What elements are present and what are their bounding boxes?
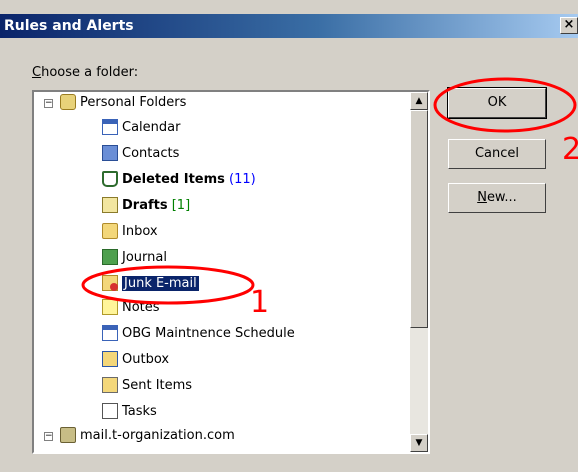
tasks-icon: [102, 402, 118, 419]
scroll-up-button[interactable]: ▲: [410, 92, 428, 110]
unread-count: (11): [229, 172, 256, 187]
choose-folder-accesskey: C: [32, 65, 42, 80]
cancel-button[interactable]: Cancel: [448, 139, 546, 169]
scrollbar-thumb[interactable]: [410, 110, 428, 328]
tree-item-label: Deleted Items: [122, 172, 225, 187]
tree-item-contacts[interactable]: Contacts: [102, 143, 179, 165]
tree-item-outbox[interactable]: Outbox: [102, 349, 169, 371]
tree-item-label: mail.t-organization.com: [80, 428, 235, 443]
journal-icon: [102, 248, 118, 265]
tree-item-label: Junk E-mail: [122, 276, 199, 291]
calendar-icon: [102, 118, 118, 135]
tree-item-label: Outbox: [122, 352, 170, 367]
tree-item-journal[interactable]: Journal: [102, 247, 167, 269]
tree-item-personal-folders[interactable]: Personal Folders: [60, 92, 186, 114]
tree-item-drafts[interactable]: Drafts [1]: [102, 195, 190, 217]
notes-icon: [102, 298, 118, 315]
expand-collapse-toggle[interactable]: −: [44, 432, 53, 441]
tree-item-deleted-items[interactable]: Deleted Items (11): [102, 169, 256, 191]
tree-item-label: Notes: [122, 300, 160, 315]
tree-item-inbox[interactable]: Inbox: [102, 221, 158, 243]
folder-tree[interactable]: − Personal Folders Calendar Contacts Del…: [32, 90, 430, 454]
tree-item-label: Drafts: [122, 198, 168, 213]
rules-and-alerts-dialog: Rules and Alerts × Choose a folder: − Pe…: [0, 0, 578, 472]
annotation-number-2: 2: [562, 132, 578, 167]
annotation-number-1: 1: [250, 285, 270, 320]
tree-item-label: Contacts: [122, 146, 180, 161]
tree-item-calendar[interactable]: Calendar: [102, 117, 180, 139]
expand-collapse-toggle[interactable]: −: [44, 99, 53, 108]
tree-item-label: OBG Maintnence Schedule: [122, 326, 295, 341]
choose-folder-label: Choose a folder:: [32, 65, 138, 80]
tree-item-label: Journal: [122, 250, 167, 265]
new-button[interactable]: New...: [448, 183, 546, 213]
tree-item-label: Sent Items: [122, 378, 193, 393]
vertical-scrollbar[interactable]: ▲ ▼: [410, 92, 428, 452]
tree-item-obg-maintnence-schedule[interactable]: OBG Maintnence Schedule: [102, 323, 295, 345]
tree-item-mail-t-organization[interactable]: mail.t-organization.com: [60, 425, 235, 447]
contacts-icon: [102, 144, 118, 161]
ok-button[interactable]: OK: [447, 87, 547, 119]
mailbox-icon: [60, 426, 76, 443]
tree-item-label: Tasks: [122, 404, 157, 419]
calendar-icon: [102, 324, 118, 341]
tree-item-junk-email[interactable]: Junk E-mail: [102, 273, 199, 295]
tree-item-label: Personal Folders: [80, 95, 187, 110]
scroll-down-button[interactable]: ▼: [410, 434, 428, 452]
new-button-label: ew...: [486, 190, 517, 205]
tree-item-label: Inbox: [122, 224, 158, 239]
inbox-icon: [102, 222, 118, 239]
title-bar[interactable]: Rules and Alerts ×: [0, 14, 578, 38]
personal-folders-icon: [60, 93, 76, 110]
tree-item-label: Calendar: [122, 120, 181, 135]
sent-items-icon: [102, 376, 118, 393]
junk-email-icon: [102, 274, 118, 291]
drafts-icon: [102, 196, 118, 213]
new-accesskey: N: [477, 190, 487, 205]
tree-item-tasks[interactable]: Tasks: [102, 401, 157, 423]
close-button[interactable]: ×: [560, 17, 578, 34]
item-count: [1]: [171, 198, 191, 213]
outbox-icon: [102, 350, 118, 367]
choose-folder-label-text: hoose a folder:: [41, 65, 139, 80]
window-title: Rules and Alerts: [4, 18, 134, 34]
tree-item-notes[interactable]: Notes: [102, 297, 160, 319]
tree-item-sent-items[interactable]: Sent Items: [102, 375, 192, 397]
deleted-items-icon: [102, 170, 118, 187]
